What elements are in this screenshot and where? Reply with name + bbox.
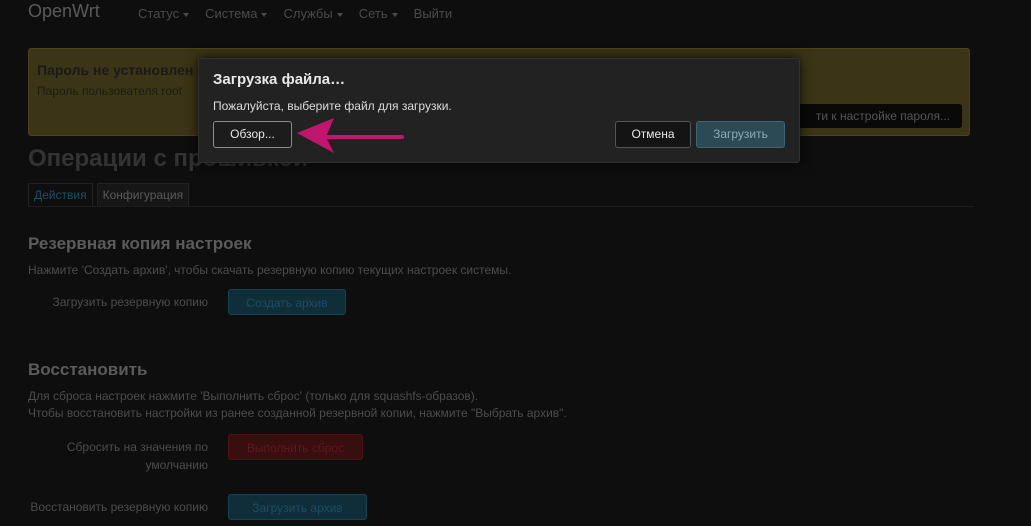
restore-description-1: Для сброса настроек нажмите 'Выполнить с… xyxy=(28,389,479,403)
backup-section-title: Резервная копия настроек xyxy=(28,234,252,253)
modal-title: Загрузка файла… xyxy=(213,71,346,88)
menu-status-label: Статус xyxy=(138,6,180,21)
backup-label: Загрузить резервную копию xyxy=(52,295,208,309)
upload-button[interactable]: Загрузить xyxy=(696,121,785,148)
create-archive-button[interactable]: Создать архив xyxy=(228,289,346,315)
tab-bar: Действия Конфигурация xyxy=(28,183,193,206)
chevron-down-icon xyxy=(336,12,343,17)
menu-system-label: Система xyxy=(205,6,258,21)
tab-configuration[interactable]: Конфигурация xyxy=(96,183,190,206)
tab-actions[interactable]: Действия xyxy=(28,183,93,206)
chevron-down-icon xyxy=(183,12,190,17)
menu-services-label: Службы xyxy=(283,6,333,21)
restore-section-title: Восстановить xyxy=(28,360,148,379)
alert-text: Пароль пользователя root xyxy=(37,84,182,98)
chevron-down-icon xyxy=(261,12,268,17)
restore-description-2: Чтобы восстановить настройки из ранее со… xyxy=(28,406,567,420)
main-menu: Статус Система Службы Сеть Выйти xyxy=(138,6,468,21)
menu-network[interactable]: Сеть xyxy=(359,6,398,21)
menu-logout[interactable]: Выйти xyxy=(414,6,453,21)
restore-label: Восстановить резервную копию xyxy=(30,500,208,514)
menu-logout-label: Выйти xyxy=(413,6,453,21)
reset-button[interactable]: Выполнить сброс xyxy=(228,434,363,460)
tab-divider xyxy=(28,206,974,207)
alert-title: Пароль не установлен xyxy=(37,62,194,78)
cancel-button[interactable]: Отмена xyxy=(615,121,691,148)
modal-text: Пожалуйста, выберите файл для загрузки. xyxy=(213,99,452,113)
browse-button[interactable]: Обзор... xyxy=(213,121,292,148)
chevron-down-icon xyxy=(391,12,398,17)
upload-archive-button[interactable]: Загрузить архив xyxy=(228,494,367,520)
brand-logo[interactable]: OpenWrt xyxy=(28,1,100,22)
navbar: OpenWrt Статус Система Службы Сеть Выйти xyxy=(0,0,1031,26)
backup-description: Нажмите 'Создать архив', чтобы скачать р… xyxy=(28,263,512,277)
menu-services[interactable]: Службы xyxy=(283,6,343,21)
menu-network-label: Сеть xyxy=(358,6,388,21)
reset-label: Сбросить на значения по умолчанию xyxy=(66,440,208,472)
file-upload-modal: Загрузка файла… Пожалуйста, выберите фай… xyxy=(198,58,800,163)
go-to-password-button[interactable]: ти к настройке пароля... xyxy=(787,104,962,128)
menu-system[interactable]: Система xyxy=(205,6,268,21)
menu-status[interactable]: Статус xyxy=(138,6,190,21)
